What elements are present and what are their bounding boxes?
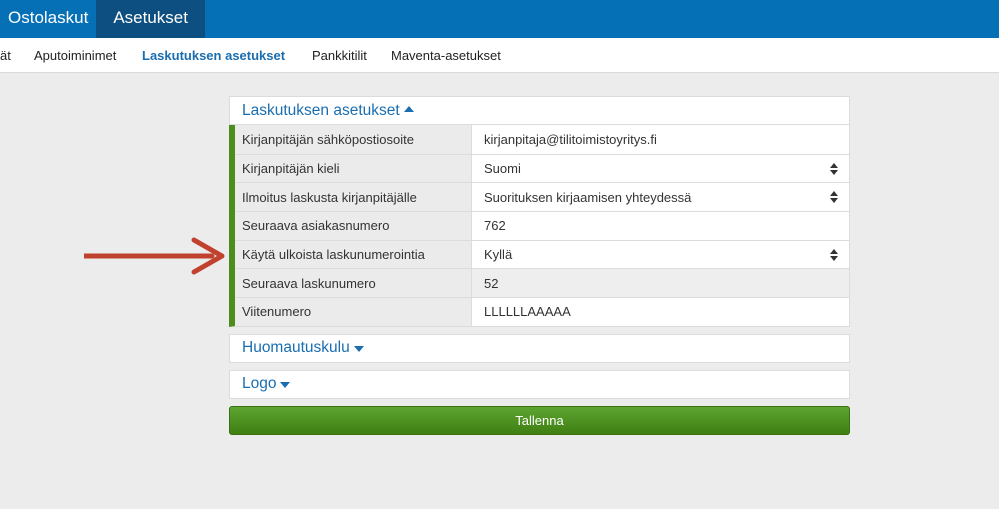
form-row-accountant-language: Kirjanpitäjän kieli Suomi	[235, 153, 849, 183]
next-invoice-number-label: Seuraava laskunumero	[235, 269, 472, 298]
reference-number-input[interactable]: LLLLLLAAAAA	[472, 298, 849, 326]
next-customer-number-label: Seuraava asiakasnumero	[235, 212, 472, 240]
next-customer-number-input[interactable]: 762	[472, 212, 849, 240]
invoice-notification-label: Ilmoitus laskusta kirjanpitäjälle	[235, 183, 472, 212]
top-navigation: Ostolaskut Asetukset	[0, 0, 999, 38]
accountant-language-select[interactable]: Suomi	[472, 155, 849, 183]
accountant-email-input[interactable]: kirjanpitaja@tilitoimistoyritys.fi	[472, 125, 849, 154]
form-row-next-invoice-number: Seuraava laskunumero 52	[235, 268, 849, 298]
billing-settings-header[interactable]: Laskutuksen asetukset	[229, 96, 850, 125]
select-arrows-icon	[830, 248, 838, 261]
form-row-external-numbering: Käytä ulkoista laskunumerointia Kyllä	[235, 239, 849, 269]
caret-down-icon	[280, 382, 291, 389]
subnav-item-laskutuksen-asetukset[interactable]: Laskutuksen asetukset	[142, 48, 285, 63]
tab-asetukset[interactable]: Asetukset	[96, 0, 205, 38]
external-numbering-select[interactable]: Kyllä	[472, 241, 849, 269]
billing-settings-title: Laskutuksen asetukset	[242, 101, 400, 119]
billing-settings-form: Kirjanpitäjän sähköpostiosoite kirjanpit…	[229, 125, 850, 327]
tab-ostolaskut[interactable]: Ostolaskut	[0, 0, 96, 38]
logo-title: Logo	[242, 375, 277, 393]
form-row-accountant-email: Kirjanpitäjän sähköpostiosoite kirjanpit…	[235, 125, 849, 154]
invoice-notification-value: Suorituksen kirjaamisen yhteydessä	[484, 189, 692, 205]
subnav-item-truncated[interactable]: ät	[0, 48, 11, 63]
reminder-fee-header[interactable]: Huomautuskulu	[229, 333, 850, 363]
external-numbering-label: Käytä ulkoista laskunumerointia	[235, 240, 472, 269]
caret-down-icon	[353, 346, 364, 353]
form-row-reference-number: Viitenumero LLLLLLAAAAA	[235, 297, 849, 326]
settings-subnav: ät Aputoiminimet Laskutuksen asetukset P…	[0, 38, 999, 73]
next-invoice-number-value: 52	[472, 269, 849, 298]
accountant-language-value: Suomi	[484, 161, 521, 177]
caret-up-icon	[403, 106, 414, 112]
accountant-email-label: Kirjanpitäjän sähköpostiosoite	[235, 125, 472, 154]
subnav-item-aputoiminimet[interactable]: Aputoiminimet	[34, 48, 116, 63]
form-row-invoice-notification: Ilmoitus laskusta kirjanpitäjälle Suorit…	[235, 182, 849, 212]
logo-header[interactable]: Logo	[229, 369, 850, 399]
select-arrows-icon	[830, 162, 838, 175]
form-row-next-customer-number: Seuraava asiakasnumero 762	[235, 211, 849, 240]
settings-panel: Laskutuksen asetukset Kirjanpitäjän sähk…	[229, 96, 850, 435]
reference-number-label: Viitenumero	[235, 298, 472, 326]
select-arrows-icon	[830, 191, 838, 204]
invoice-notification-select[interactable]: Suorituksen kirjaamisen yhteydessä	[472, 183, 849, 211]
save-button[interactable]: Tallenna	[229, 405, 850, 435]
accountant-language-label: Kirjanpitäjän kieli	[235, 154, 472, 183]
reminder-fee-title: Huomautuskulu	[242, 339, 350, 357]
annotation-arrow-icon	[84, 237, 225, 275]
external-numbering-value: Kyllä	[484, 247, 513, 263]
subnav-item-pankkitilit[interactable]: Pankkitilit	[312, 48, 367, 63]
subnav-item-maventa-asetukset[interactable]: Maventa-asetukset	[391, 48, 501, 63]
